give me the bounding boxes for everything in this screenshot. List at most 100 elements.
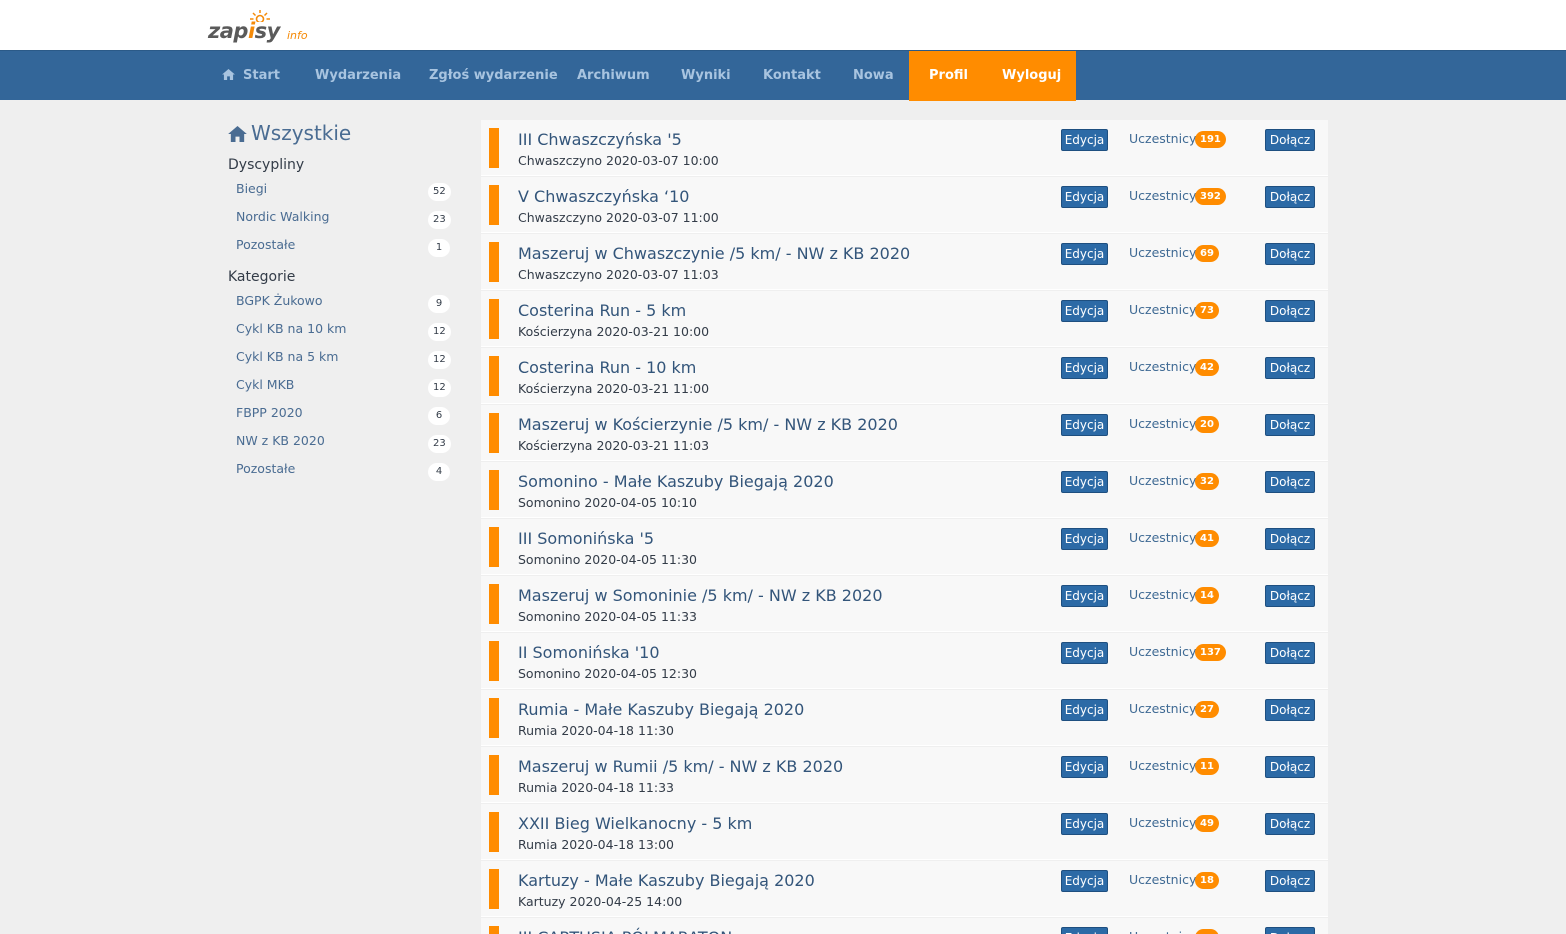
sidebar-item-biegi[interactable]: Biegi (236, 181, 267, 196)
sidebar-group-dyscypliny: Dyscypliny (228, 157, 305, 173)
sidebar-item-cykl-kb-10[interactable]: Cykl KB na 10 km (236, 321, 346, 336)
event-place: Kościerzyna (518, 438, 593, 453)
event-place-date: Rumia 2020-04-18 11:33 (518, 780, 674, 795)
event-title-link[interactable]: V Chwaszczyńska ‘10 (518, 187, 689, 206)
edit-button[interactable]: Edycja (1061, 927, 1108, 934)
participants-link[interactable]: Uczestnicy (1129, 302, 1196, 317)
join-button[interactable]: Dołącz (1265, 642, 1315, 664)
nav-wyloguj[interactable]: Wyloguj (982, 51, 1076, 101)
event-title-link[interactable]: II Somonińska '10 (518, 643, 660, 662)
participants-link[interactable]: Uczestnicy (1129, 701, 1196, 716)
participants-link[interactable]: Uczestnicy (1129, 815, 1196, 830)
event-title-link[interactable]: III CARTUSIA PÓŁMARATON (518, 928, 732, 934)
join-button[interactable]: Dołącz (1265, 528, 1315, 550)
join-button[interactable]: Dołącz (1265, 357, 1315, 379)
participants-link[interactable]: Uczestnicy (1129, 245, 1196, 260)
edit-button[interactable]: Edycja (1061, 186, 1108, 208)
nav-kontakt[interactable]: Kontakt (763, 51, 821, 101)
event-datetime: 2020-04-05 11:33 (584, 609, 697, 624)
nav-wydarzenia[interactable]: Wydarzenia (315, 51, 401, 101)
event-title-link[interactable]: Rumia - Małe Kaszuby Biegają 2020 (518, 700, 804, 719)
event-status-bar (489, 128, 499, 168)
nav-start[interactable]: Start (222, 51, 280, 101)
join-button[interactable]: Dołącz (1265, 471, 1315, 493)
join-button[interactable]: Dołącz (1265, 414, 1315, 436)
edit-button[interactable]: Edycja (1061, 243, 1108, 265)
sidebar-item-nw-z-kb-2020[interactable]: NW z KB 2020 (236, 433, 325, 448)
participants-link[interactable]: Uczestnicy (1129, 416, 1196, 431)
edit-button[interactable]: Edycja (1061, 585, 1108, 607)
nav-archiwum[interactable]: Archiwum (577, 51, 650, 101)
participants-link[interactable]: Uczestnicy (1129, 131, 1196, 146)
sidebar-all-link[interactable]: Wszystkie (228, 121, 351, 145)
event-title-link[interactable]: Maszeruj w Kościerzynie /5 km/ - NW z KB… (518, 415, 898, 434)
event-title-link[interactable]: Maszeruj w Somoninie /5 km/ - NW z KB 20… (518, 586, 883, 605)
edit-button[interactable]: Edycja (1061, 357, 1108, 379)
participants-link[interactable]: Uczestnicy (1129, 872, 1196, 887)
sidebar-item-fbpp-2020[interactable]: FBPP 2020 (236, 405, 303, 420)
participants-link[interactable]: Uczestnicy (1129, 644, 1196, 659)
join-button[interactable]: Dołącz (1265, 585, 1315, 607)
edit-button[interactable]: Edycja (1061, 471, 1108, 493)
event-place-date: Kościerzyna 2020-03-21 10:00 (518, 324, 709, 339)
event-place-date: Kościerzyna 2020-03-21 11:03 (518, 438, 709, 453)
participants-link[interactable]: Uczestnicy (1129, 359, 1196, 374)
join-button[interactable]: Dołącz (1265, 186, 1315, 208)
event-title-link[interactable]: Maszeruj w Rumii /5 km/ - NW z KB 2020 (518, 757, 843, 776)
edit-button[interactable]: Edycja (1061, 528, 1108, 550)
participants-count-badge: 27 (1195, 701, 1219, 718)
join-button[interactable]: Dołącz (1265, 129, 1315, 151)
home-icon (228, 126, 247, 142)
event-title-link[interactable]: Maszeruj w Chwaszczynie /5 km/ - NW z KB… (518, 244, 910, 263)
sidebar-group-kategorie: Kategorie (228, 269, 296, 285)
event-title-link[interactable]: Costerina Run - 10 km (518, 358, 696, 377)
event-datetime: 2020-03-07 11:00 (606, 210, 719, 225)
event-title-link[interactable]: III Somonińska '5 (518, 529, 654, 548)
event-row: Maszeruj w Chwaszczynie /5 km/ - NW z KB… (481, 234, 1328, 290)
participants-link[interactable]: Uczestnicy (1129, 188, 1196, 203)
event-place: Somonino (518, 666, 581, 681)
sidebar-item-pozostale-kat[interactable]: Pozostałe (236, 461, 295, 476)
edit-button[interactable]: Edycja (1061, 756, 1108, 778)
event-row: Maszeruj w Kościerzynie /5 km/ - NW z KB… (481, 405, 1328, 461)
event-title-link[interactable]: Costerina Run - 5 km (518, 301, 686, 320)
join-button[interactable]: Dołącz (1265, 300, 1315, 322)
edit-button[interactable]: Edycja (1061, 129, 1108, 151)
join-button[interactable]: Dołącz (1265, 243, 1315, 265)
participants-count-badge: 69 (1195, 245, 1219, 262)
event-title-link[interactable]: III Chwaszczyńska '5 (518, 130, 682, 149)
event-title-link[interactable]: Somonino - Małe Kaszuby Biegają 2020 (518, 472, 834, 491)
sidebar-item-pozostale[interactable]: Pozostałe (236, 237, 295, 252)
edit-button[interactable]: Edycja (1061, 813, 1108, 835)
edit-button[interactable]: Edycja (1061, 870, 1108, 892)
event-row: III Somonińska '5 Somonino 2020-04-05 11:… (481, 519, 1328, 575)
join-button[interactable]: Dołącz (1265, 756, 1315, 778)
participants-link[interactable]: Uczestnicy (1129, 530, 1196, 545)
event-status-bar (489, 413, 499, 453)
event-title-link[interactable]: XXII Bieg Wielkanocny - 5 km (518, 814, 752, 833)
participants-link[interactable]: Uczestnicy (1129, 587, 1196, 602)
sidebar-item-bgpk-zukowo[interactable]: BGPK Żukowo (236, 293, 323, 308)
edit-button[interactable]: Edycja (1061, 699, 1108, 721)
join-button[interactable]: Dołącz (1265, 927, 1315, 934)
event-title-link[interactable]: Kartuzy - Małe Kaszuby Biegają 2020 (518, 871, 815, 890)
sidebar-item-nordic-walking[interactable]: Nordic Walking (236, 209, 329, 224)
nav-wyniki[interactable]: Wyniki (681, 51, 731, 101)
event-place: Rumia (518, 723, 558, 738)
nav-nowa[interactable]: Nowa (853, 51, 894, 101)
join-button[interactable]: Dołącz (1265, 870, 1315, 892)
sidebar-item-cykl-mkb[interactable]: Cykl MKB (236, 377, 294, 392)
participants-link[interactable]: Uczestnicy (1129, 758, 1196, 773)
edit-button[interactable]: Edycja (1061, 300, 1108, 322)
join-button[interactable]: Dołącz (1265, 813, 1315, 835)
edit-button[interactable]: Edycja (1061, 642, 1108, 664)
participants-link[interactable]: Uczestnicy (1129, 929, 1196, 934)
nav-zglos-wydarzenie[interactable]: Zgłoś wydarzenie (429, 51, 558, 101)
participants-link[interactable]: Uczestnicy (1129, 473, 1196, 488)
join-button[interactable]: Dołącz (1265, 699, 1315, 721)
nav-profil[interactable]: Profil (909, 51, 982, 101)
sidebar-item-cykl-kb-5[interactable]: Cykl KB na 5 km (236, 349, 338, 364)
site-logo[interactable]: zapisy info (208, 10, 318, 50)
edit-button[interactable]: Edycja (1061, 414, 1108, 436)
event-status-bar (489, 869, 499, 909)
